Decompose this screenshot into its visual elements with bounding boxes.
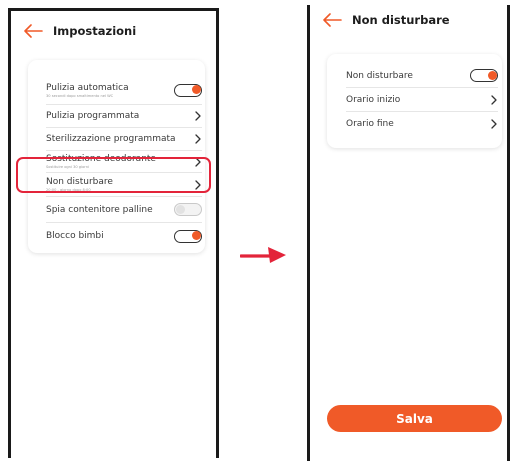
setting-label: Pulizia automatica <box>46 82 129 93</box>
orario-inizio-row[interactable]: Orario inizio <box>346 88 498 112</box>
setting-sublabel: 30 secondi dopo smaltimento nel WC <box>46 93 114 98</box>
toggle-knob <box>176 205 185 214</box>
back-arrow-icon[interactable] <box>23 24 43 38</box>
setting-row-sterilizzazione-programmata[interactable]: Sterilizzazione programmata <box>46 128 202 151</box>
setting-label: Spia contenitore palline <box>46 204 153 215</box>
setting-label: Blocco bimbi <box>46 231 104 241</box>
settings-header: Impostazioni <box>23 24 136 38</box>
save-button[interactable]: Salva <box>327 405 502 432</box>
toggle-knob <box>487 70 497 80</box>
highlight-box <box>16 157 211 193</box>
setting-row-blocco-bimbi[interactable]: Blocco bimbi <box>46 223 202 249</box>
pulizia-automatica-toggle[interactable] <box>174 83 202 97</box>
page-title: Impostazioni <box>53 24 137 38</box>
settings-screen: Impostazioni Pulizia automatica 30 secon… <box>8 8 219 458</box>
dnd-toggle-row[interactable]: Non disturbare <box>346 64 498 88</box>
setting-row-spia-contenitore-palline[interactable]: Spia contenitore palline <box>46 197 202 223</box>
setting-label: Sterilizzazione programmata <box>46 134 176 144</box>
dnd-header: Non disturbare <box>322 13 450 27</box>
spia-contenitore-toggle[interactable] <box>174 203 202 216</box>
setting-label: Non disturbare <box>346 70 413 81</box>
chevron-right-icon <box>195 111 201 121</box>
setting-row-pulizia-programmata[interactable]: Pulizia programmata <box>46 105 202 128</box>
chevron-right-icon <box>491 94 497 105</box>
back-arrow-icon[interactable] <box>322 13 342 27</box>
setting-label: Orario fine <box>346 119 394 129</box>
setting-label: Pulizia programmata <box>46 111 140 121</box>
blocco-bimbi-toggle[interactable] <box>174 229 202 243</box>
arrow-right-icon <box>240 247 286 263</box>
toggle-knob <box>191 85 201 94</box>
non-disturbare-toggle[interactable] <box>470 69 498 82</box>
page-title: Non disturbare <box>352 13 450 27</box>
orario-fine-row[interactable]: Orario fine <box>346 112 498 136</box>
setting-row-pulizia-automatica[interactable]: Pulizia automatica 30 secondi dopo smalt… <box>46 76 202 105</box>
dnd-card: Non disturbare Orario inizio Orario fine <box>327 54 502 148</box>
setting-label: Orario inizio <box>346 94 401 105</box>
chevron-right-icon <box>491 119 497 129</box>
toggle-knob <box>191 231 201 240</box>
do-not-disturb-screen: Non disturbare Non disturbare Orario ini… <box>307 5 510 461</box>
chevron-right-icon <box>195 134 201 144</box>
